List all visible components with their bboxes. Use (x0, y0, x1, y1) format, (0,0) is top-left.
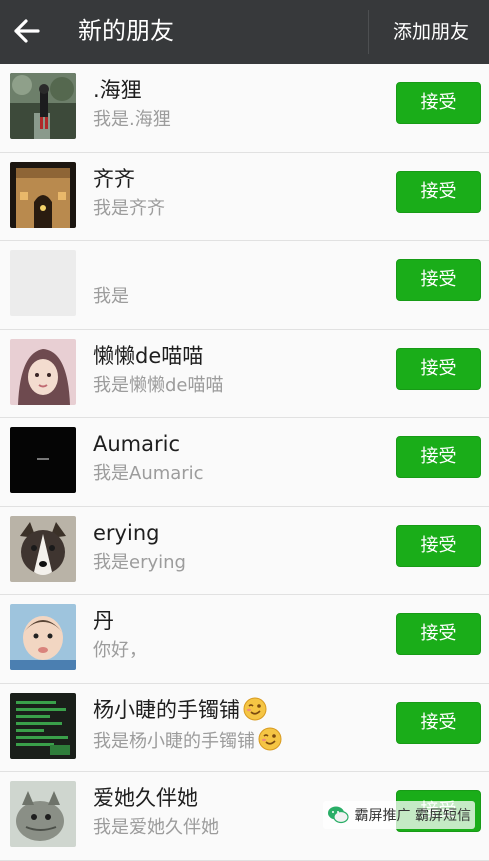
friend-request-row[interactable]: 懒懒de喵喵 我是懒懒de喵喵 接受 (0, 329, 489, 418)
friend-name: 丹 (93, 609, 114, 633)
accept-button[interactable]: 接受 (396, 259, 481, 301)
request-message-text: 我是杨小睫的手镯铺 (93, 730, 255, 752)
request-message: 我是erying (93, 551, 186, 573)
wink-emoji-icon (258, 727, 282, 750)
avatar[interactable] (10, 250, 76, 316)
friend-request-row[interactable]: 齐齐 我是齐齐 接受 (0, 152, 489, 241)
friend-request-list: .海狸 我是.海狸 接受 齐齐 我是齐齐 接受 我是 接受 懒懒de喵喵 我是懒… (0, 64, 489, 861)
avatar[interactable] (10, 427, 76, 493)
accept-button[interactable]: 接受 (396, 82, 481, 124)
avatar[interactable] (10, 604, 76, 670)
page-title: 新的朋友 (78, 17, 174, 45)
avatar[interactable] (10, 338, 76, 405)
friend-name: .海狸 (93, 78, 142, 102)
watermark: 霸屏推广 霸屏短信 (322, 801, 475, 829)
top-navigation-bar: 新的朋友 添加朋友 (0, 0, 489, 64)
friend-request-row[interactable]: Aumaric 我是Aumaric 接受 (0, 418, 489, 507)
friend-name: 杨小睫的手镯铺 (93, 696, 267, 724)
request-message: 你好， (93, 640, 147, 661)
avatar[interactable] (10, 161, 76, 228)
friend-request-row[interactable]: 我是 接受 (0, 241, 489, 330)
avatar[interactable] (10, 692, 76, 759)
wechat-logo-icon (327, 806, 349, 824)
back-arrow-icon[interactable] (12, 15, 42, 47)
friend-name: 爱她久伴她 (93, 786, 198, 810)
header-divider (368, 10, 369, 54)
accept-button[interactable]: 接受 (396, 170, 481, 213)
friend-request-row[interactable]: .海狸 我是.海狸 接受 (0, 64, 489, 153)
friend-request-row[interactable]: 丹 你好， 接受 (0, 595, 489, 684)
friend-request-row[interactable]: 杨小睫的手镯铺 我是杨小睫的手镯铺 接受 (0, 683, 489, 772)
request-message: 我是爱她久伴她 (93, 817, 219, 838)
friend-name: 懒懒de喵喵 (93, 343, 204, 368)
request-message: 我是懒懒de喵喵 (93, 374, 224, 396)
wink-emoji-icon (243, 697, 267, 720)
accept-button[interactable]: 接受 (396, 524, 481, 567)
request-message: 我是Aumaric (93, 463, 204, 484)
accept-button[interactable]: 接受 (396, 436, 481, 478)
request-message: 我是杨小睫的手镯铺 (93, 727, 282, 755)
accept-button[interactable]: 接受 (396, 701, 481, 744)
friend-name: Aumaric (93, 432, 181, 456)
request-message: 我是齐齐 (93, 197, 165, 219)
avatar[interactable] (10, 515, 76, 582)
accept-button[interactable]: 接受 (396, 347, 481, 390)
avatar[interactable] (10, 781, 76, 847)
add-friend-button[interactable]: 添加朋友 (393, 17, 469, 47)
accept-button[interactable]: 接受 (396, 613, 481, 655)
friend-name: erying (93, 520, 160, 545)
friend-request-row[interactable]: erying 我是erying 接受 (0, 506, 489, 595)
avatar[interactable] (10, 73, 76, 139)
request-message: 我是.海狸 (93, 109, 171, 130)
friend-name: 齐齐 (93, 166, 135, 191)
watermark-text: 霸屏推广 霸屏短信 (354, 808, 471, 824)
request-message: 我是 (93, 286, 129, 307)
friend-name-text: 杨小睫的手镯铺 (93, 697, 240, 722)
